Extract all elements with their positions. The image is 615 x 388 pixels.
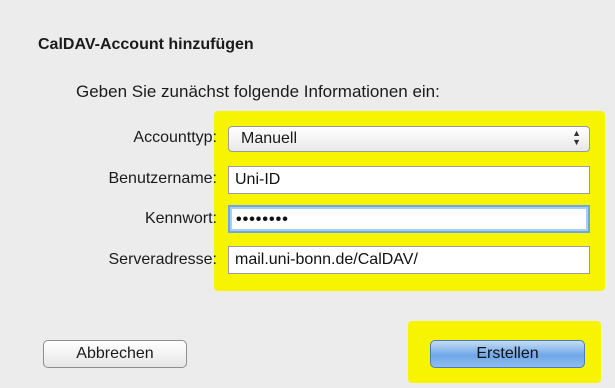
password-label: Kennwort: [144, 210, 217, 227]
account-type-select[interactable]: Manuell ▲ ▼ [228, 126, 590, 152]
server-address-value: mail.uni-bonn.de/CalDAV/ [235, 251, 418, 268]
account-type-label: Accounttyp: [133, 129, 217, 146]
dialog-title: CalDAV-Account hinzufügen [38, 36, 254, 53]
add-caldav-account-dialog: CalDAV-Account hinzufügen Geben Sie zunä… [0, 0, 615, 388]
create-button[interactable]: Erstellen [430, 340, 585, 368]
dialog-instruction: Geben Sie zunächst folgende Informatione… [76, 82, 440, 101]
password-value: •••••••• [236, 211, 289, 228]
username-field[interactable]: Uni-ID [228, 166, 590, 194]
account-type-value: Manuell [241, 130, 298, 147]
cancel-button[interactable]: Abbrechen [43, 340, 187, 368]
updown-chevron-icon: ▲ ▼ [572, 128, 581, 147]
username-label: Benutzername: [108, 170, 217, 187]
server-address-label: Serveradresse: [108, 251, 218, 268]
server-address-field[interactable]: mail.uni-bonn.de/CalDAV/ [228, 246, 590, 274]
username-value: Uni-ID [235, 171, 281, 188]
password-field[interactable]: •••••••• [228, 205, 590, 233]
